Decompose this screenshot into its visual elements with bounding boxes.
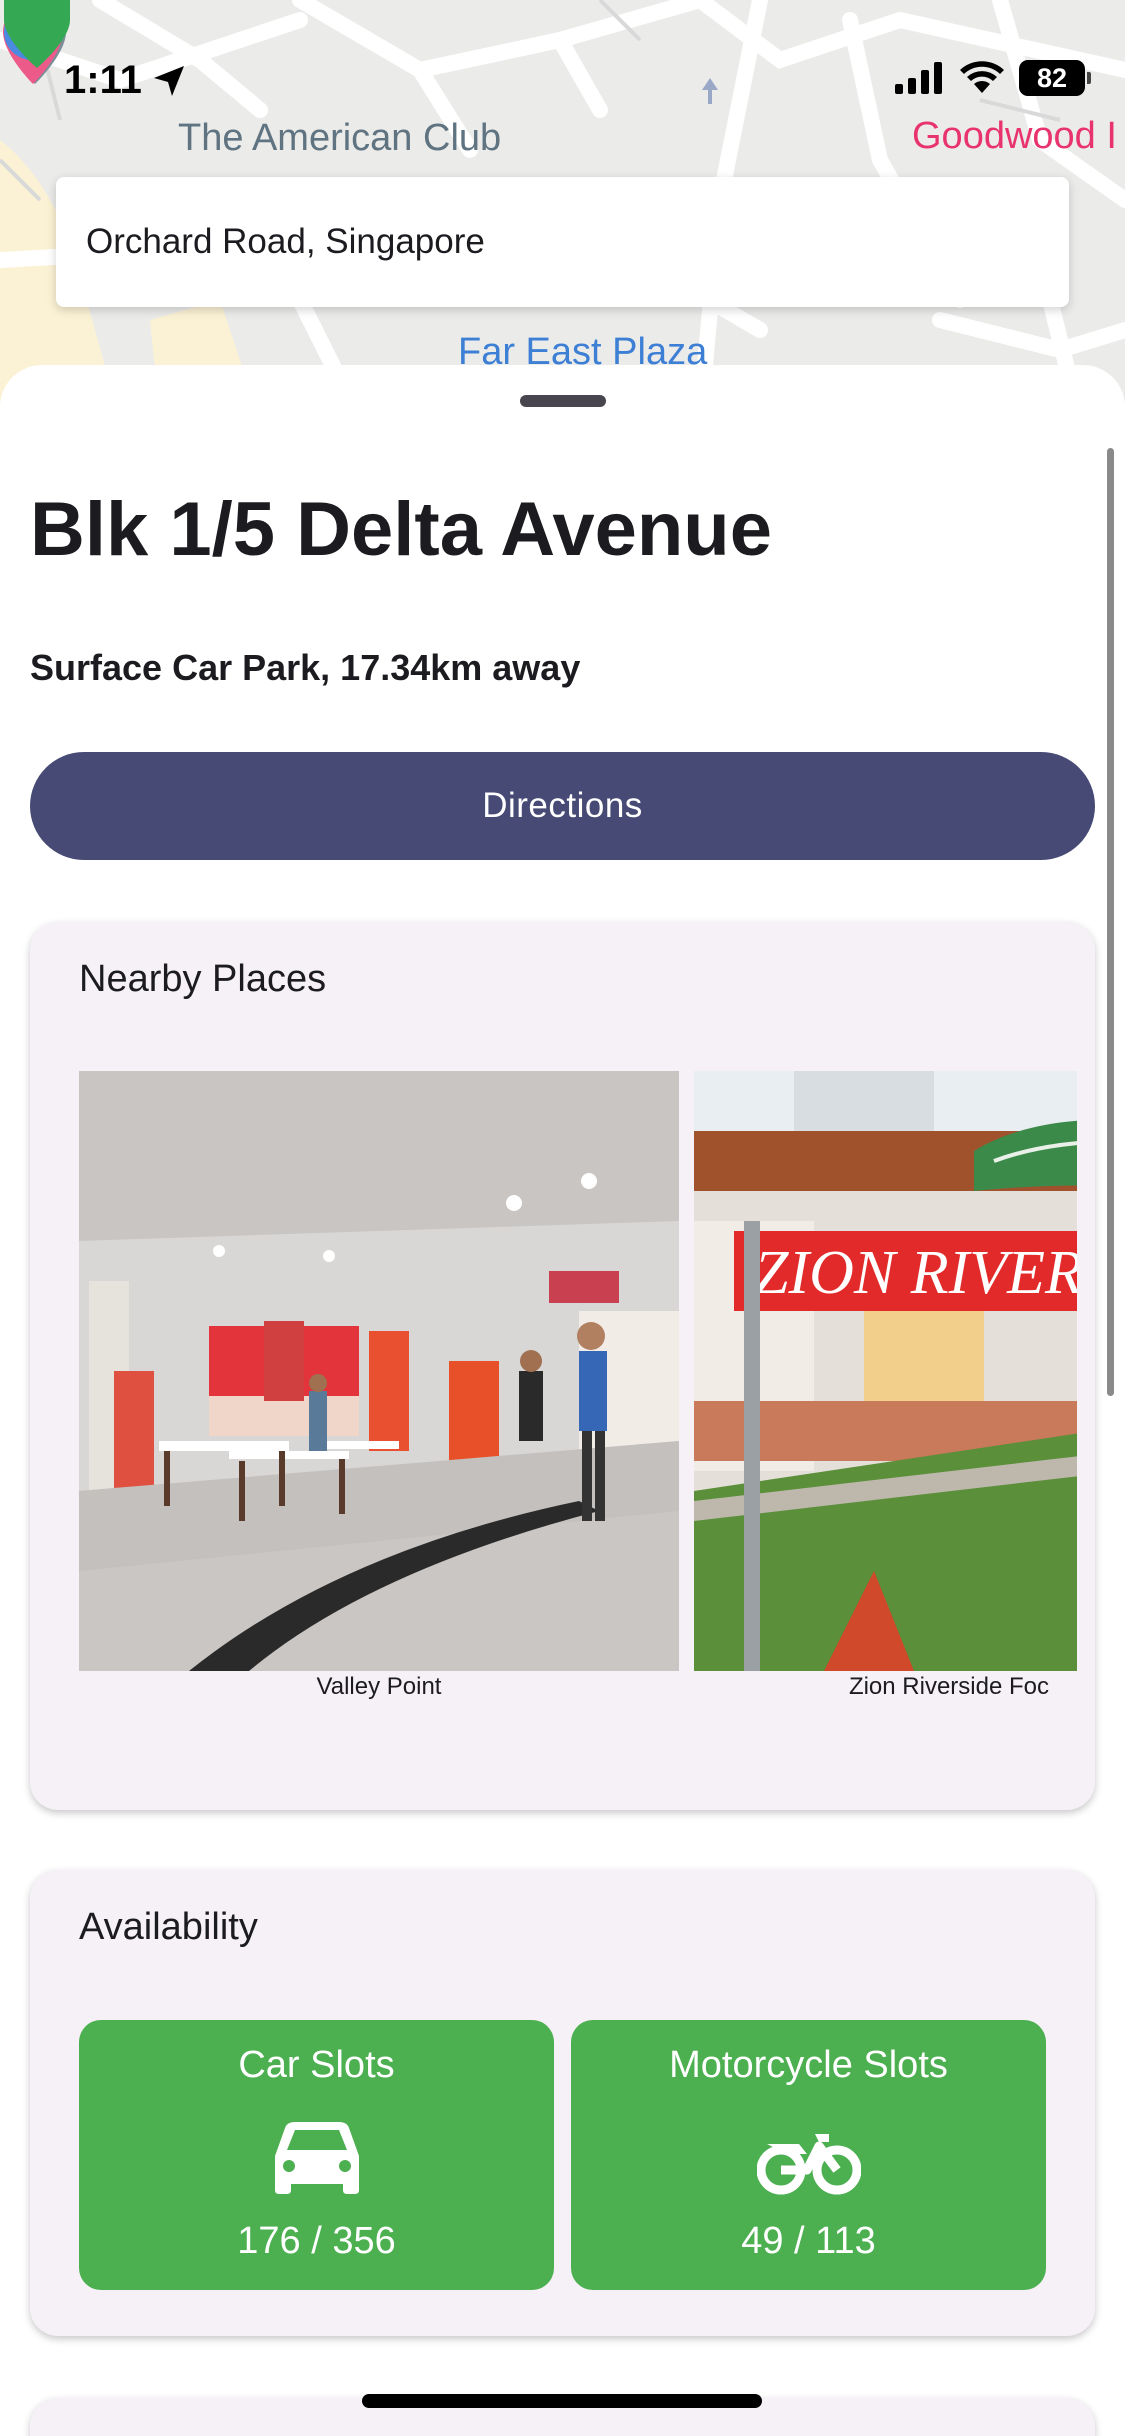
directions-button[interactable]: Directions: [30, 752, 1095, 860]
home-indicator[interactable]: [362, 2394, 762, 2408]
car-slots-count: 176 / 356: [237, 2220, 396, 2262]
motorcycle-slots-tile: Motorcycle Slots 49 / 113: [571, 2020, 1046, 2290]
nearby-place-photo: ZION RIVER: [694, 1071, 1077, 1671]
nearby-places-carousel[interactable]: Valley Point ZION RIVER Zion Riverside F…: [79, 1071, 1077, 1711]
carpark-subtitle: Surface Car Park, 17.34km away: [30, 647, 581, 688]
nearby-places-title: Nearby Places: [79, 958, 327, 1000]
sheet-drag-handle[interactable]: [520, 395, 606, 407]
sign-text: ZION RIVER: [754, 1239, 1077, 1307]
car-slots-label: Car Slots: [238, 2044, 395, 2086]
nearby-place-item[interactable]: Valley Point: [79, 1071, 679, 1701]
nearby-place-name: Valley Point: [316, 1673, 442, 1700]
motorcycle-slots-count: 49 / 113: [741, 2220, 876, 2262]
nearby-place-name: Zion Riverside Foc: [848, 1673, 1049, 1700]
carpark-title: Blk 1/5 Delta Avenue: [30, 487, 773, 572]
search-input[interactable]: Orchard Road, Singapore: [56, 177, 1069, 307]
nearby-place-photo: [79, 1071, 679, 1671]
status-bar-time: 1:11: [64, 58, 186, 103]
cellular-signal-icon: [895, 62, 942, 94]
wifi-icon: [960, 61, 1004, 93]
car-icon: [274, 2122, 359, 2194]
status-bar-indicators: 82: [895, 60, 1091, 96]
availability-card: Availability Car Slots 176 / 356 Motorcy…: [30, 1870, 1095, 2336]
search-input-value: Orchard Road, Singapore: [86, 222, 485, 261]
car-slots-tile: Car Slots 176 / 356: [79, 2020, 554, 2290]
nearby-place-item[interactable]: ZION RIVER Zion Riverside Foc: [694, 1071, 1077, 1701]
sheet-scrollbar[interactable]: [1107, 448, 1114, 1396]
nearby-places-card: Nearby Places Valley Point ZION RIVER Zi…: [30, 922, 1095, 1810]
map-label-goodwood: Goodwood I: [912, 115, 1117, 157]
selected-location-pin-icon[interactable]: [0, 0, 74, 70]
location-arrow-icon: [153, 65, 184, 96]
battery-icon: 82: [1019, 60, 1091, 96]
availability-title: Availability: [79, 1906, 258, 1948]
battery-level: 82: [1036, 62, 1068, 93]
map-arrow-icon: [702, 78, 718, 104]
motorcycle-slots-label: Motorcycle Slots: [669, 2044, 948, 2086]
status-time-text: 1:11: [64, 58, 142, 102]
motorcycle-icon: [756, 2134, 861, 2195]
map-label-american-club: The American Club: [178, 117, 502, 159]
